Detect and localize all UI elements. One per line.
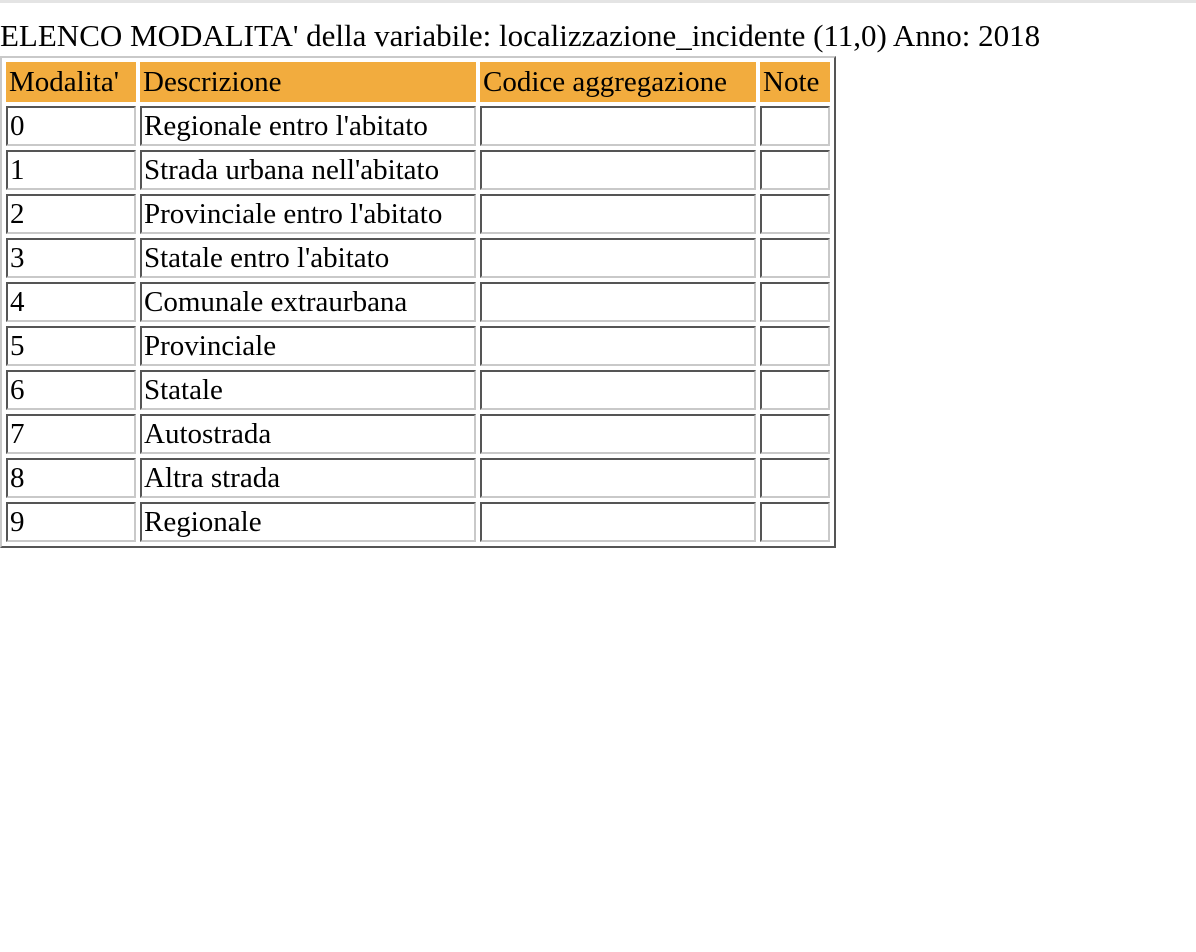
cell-note — [760, 370, 830, 410]
cell-note — [760, 502, 830, 542]
cell-note — [760, 458, 830, 498]
cell-descrizione: Regionale entro l'abitato — [140, 106, 476, 146]
cell-codice-aggregazione — [480, 194, 756, 234]
cell-descrizione: Statale — [140, 370, 476, 410]
table-row: 5 Provinciale — [6, 326, 830, 366]
cell-modalita: 5 — [6, 326, 136, 366]
cell-codice-aggregazione — [480, 370, 756, 410]
table-row: 9 Regionale — [6, 502, 830, 542]
table-row: 8 Altra strada — [6, 458, 830, 498]
table-row: 2 Provinciale entro l'abitato — [6, 194, 830, 234]
cell-codice-aggregazione — [480, 502, 756, 542]
table-row: 0 Regionale entro l'abitato — [6, 106, 830, 146]
cell-note — [760, 106, 830, 146]
modalities-table: Modalita' Descrizione Codice aggregazion… — [0, 56, 836, 548]
table-row: 6 Statale — [6, 370, 830, 410]
cell-descrizione: Strada urbana nell'abitato — [140, 150, 476, 190]
column-header-codice-aggregazione: Codice aggregazione — [480, 62, 756, 102]
cell-note — [760, 414, 830, 454]
cell-descrizione: Altra strada — [140, 458, 476, 498]
table-row: 1 Strada urbana nell'abitato — [6, 150, 830, 190]
page-title: ELENCO MODALITA' della variabile: locali… — [0, 18, 1041, 53]
cell-modalita: 1 — [6, 150, 136, 190]
cell-note — [760, 326, 830, 366]
cell-descrizione: Regionale — [140, 502, 476, 542]
cell-codice-aggregazione — [480, 326, 756, 366]
cell-descrizione: Statale entro l'abitato — [140, 238, 476, 278]
cell-descrizione: Provinciale — [140, 326, 476, 366]
cell-descrizione: Provinciale entro l'abitato — [140, 194, 476, 234]
table-row: 4 Comunale extraurbana — [6, 282, 830, 322]
cell-modalita: 4 — [6, 282, 136, 322]
cell-modalita: 8 — [6, 458, 136, 498]
cell-descrizione: Autostrada — [140, 414, 476, 454]
cell-codice-aggregazione — [480, 238, 756, 278]
cell-modalita: 7 — [6, 414, 136, 454]
cell-modalita: 6 — [6, 370, 136, 410]
cell-modalita: 2 — [6, 194, 136, 234]
cell-note — [760, 282, 830, 322]
table-header-row: Modalita' Descrizione Codice aggregazion… — [6, 62, 830, 102]
cell-note — [760, 238, 830, 278]
column-header-modalita: Modalita' — [6, 62, 136, 102]
column-header-descrizione: Descrizione — [140, 62, 476, 102]
cell-codice-aggregazione — [480, 106, 756, 146]
cell-note — [760, 194, 830, 234]
cell-modalita: 9 — [6, 502, 136, 542]
cell-codice-aggregazione — [480, 414, 756, 454]
cell-note — [760, 150, 830, 190]
table-row: 7 Autostrada — [6, 414, 830, 454]
cell-modalita: 3 — [6, 238, 136, 278]
table-row: 3 Statale entro l'abitato — [6, 238, 830, 278]
cell-codice-aggregazione — [480, 282, 756, 322]
cell-codice-aggregazione — [480, 150, 756, 190]
column-header-note: Note — [760, 62, 830, 102]
cell-codice-aggregazione — [480, 458, 756, 498]
cell-modalita: 0 — [6, 106, 136, 146]
top-divider — [0, 0, 1196, 3]
cell-descrizione: Comunale extraurbana — [140, 282, 476, 322]
